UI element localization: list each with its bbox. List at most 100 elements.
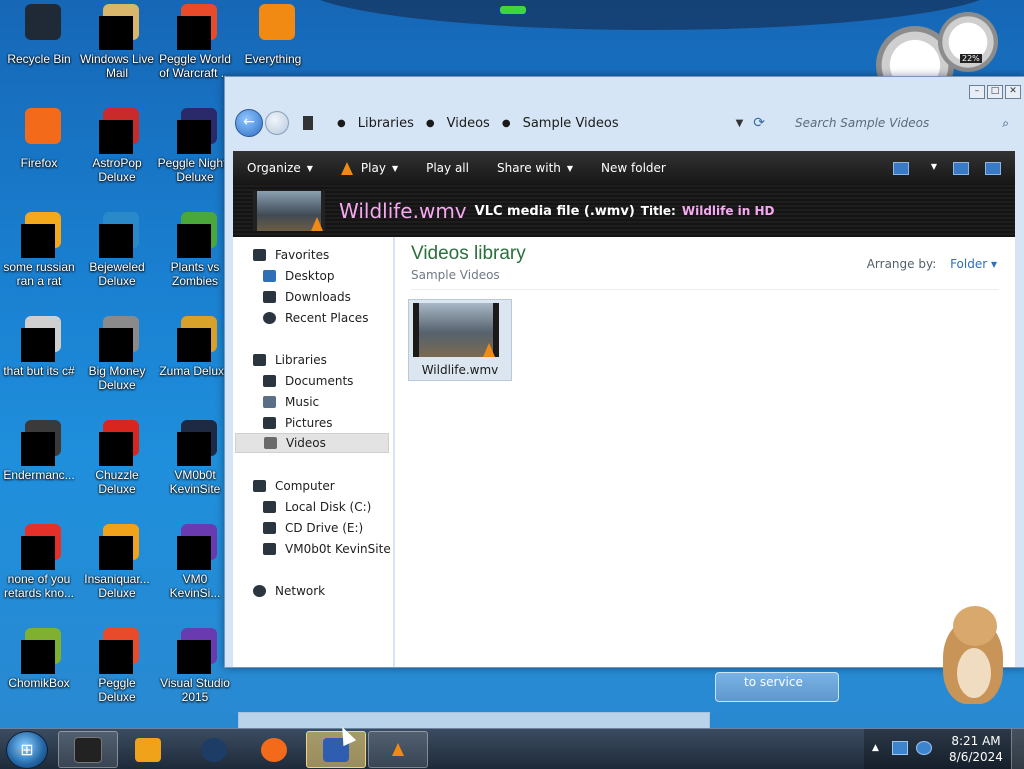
- desktop-icon-item[interactable]: Peggle Deluxe: [78, 628, 156, 704]
- breadcrumb-separator[interactable]: ●: [426, 118, 435, 129]
- desktop-icon: [263, 270, 276, 282]
- details-title-value[interactable]: Wildlife in HD: [682, 204, 775, 218]
- taskbar-firefox[interactable]: [244, 731, 304, 768]
- breadcrumb[interactable]: ● Libraries ● Videos ● Sample Videos: [303, 116, 619, 131]
- desktop-icon-item[interactable]: Insaniquar... Deluxe: [78, 524, 156, 600]
- volume-icon[interactable]: [916, 741, 932, 755]
- taskbar-explorer[interactable]: [58, 731, 118, 768]
- desktop-icon-label: ChomikBox: [8, 676, 70, 690]
- desktop-icon-item[interactable]: Recycle Bin: [0, 4, 78, 66]
- play-button[interactable]: Play ▼: [327, 161, 412, 175]
- desktop-icon-item[interactable]: Firefox: [0, 108, 78, 170]
- desktop-icon-item[interactable]: Windows Live Mail: [78, 4, 156, 80]
- nav-computer[interactable]: Computer: [253, 476, 409, 496]
- desktop-icon-item[interactable]: none of you retards kno...: [0, 524, 78, 600]
- preview-pane-icon[interactable]: [953, 161, 969, 175]
- refresh-icon[interactable]: ⟳: [753, 115, 765, 131]
- clock-time: 8:21 AM: [951, 734, 1001, 748]
- folder-icon: [303, 116, 313, 130]
- firefox-icon: [17, 108, 61, 152]
- desktop-icon-item[interactable]: Bejeweled Deluxe: [78, 212, 156, 288]
- hamster-belly: [957, 648, 991, 698]
- search-everything-icon: [251, 4, 295, 48]
- nav-label: Recent Places: [285, 311, 369, 325]
- taskbar-media-player[interactable]: [118, 731, 178, 768]
- change-view-icon[interactable]: [892, 161, 909, 175]
- desktop-icon-label: Chuzzle Deluxe: [95, 468, 139, 496]
- chevron-down-icon: ▼: [566, 163, 574, 173]
- breadcrumb-sample-videos[interactable]: Sample Videos: [523, 116, 619, 131]
- organize-button[interactable]: Organize ▼: [233, 161, 327, 175]
- desktop-icon-item[interactable]: Visual Studio 2015: [156, 628, 234, 704]
- wallpaper-swoosh: [300, 0, 1000, 30]
- file-item[interactable]: Wildlife.wmv: [408, 299, 512, 381]
- desktop-icon-label: Endermanc...: [3, 468, 75, 482]
- nav-label: Documents: [285, 374, 354, 388]
- cd-drive-icon: [263, 522, 276, 534]
- command-bar: Organize ▼ Play ▼ Play all Share with ▼ …: [233, 151, 1015, 185]
- desktop-icon-item[interactable]: Peggle World of Warcraft ...: [156, 4, 234, 80]
- share-with-button[interactable]: Share with ▼: [483, 161, 587, 175]
- hamster-gadget-icon[interactable]: [935, 600, 1007, 704]
- help-icon[interactable]: [985, 161, 1001, 175]
- desktop-icon-item[interactable]: Zuma Deluxe: [156, 316, 234, 378]
- breadcrumb-videos[interactable]: Videos: [447, 116, 490, 131]
- service-popup-text: to service: [744, 675, 803, 689]
- nav-videos[interactable]: Videos: [235, 433, 389, 453]
- nav-network[interactable]: Network: [253, 581, 409, 601]
- redaction-box: [99, 16, 133, 50]
- desktop-icon-item[interactable]: VM0b0t KevinSite: [156, 420, 234, 496]
- maximize-button[interactable]: □: [987, 85, 1003, 99]
- show-desktop-button[interactable]: [1011, 729, 1024, 769]
- vlc-cone-icon: [483, 343, 495, 357]
- tray-expand-icon[interactable]: ▲: [872, 743, 879, 753]
- desktop-icon-item[interactable]: Chuzzle Deluxe: [78, 420, 156, 496]
- plant-icon: [173, 212, 217, 258]
- minimize-button[interactable]: –: [969, 85, 985, 99]
- breadcrumb-separator[interactable]: ●: [337, 118, 346, 129]
- details-title-label: Title:: [640, 204, 676, 218]
- library-title: Videos library: [411, 243, 526, 264]
- memory-gauge-icon[interactable]: [938, 12, 998, 72]
- search-input[interactable]: Search Sample Videos ⌕: [785, 111, 1015, 135]
- divider: [411, 289, 999, 290]
- address-dropdown-icon[interactable]: ▼: [736, 118, 744, 129]
- service-popup[interactable]: to service: [715, 672, 839, 702]
- back-button[interactable]: ←: [235, 109, 263, 137]
- files-icon: [17, 316, 61, 362]
- play-label: Play: [360, 161, 386, 175]
- clock[interactable]: 8:21 AM 8/6/2024: [946, 733, 1006, 765]
- file-name: Wildlife.wmv: [421, 363, 499, 377]
- peggle-icon: [95, 628, 139, 674]
- new-folder-button[interactable]: New folder: [587, 161, 680, 175]
- desktop-icon-item[interactable]: that but its c#: [0, 316, 78, 378]
- display-icon[interactable]: [892, 741, 908, 755]
- music-icon: [263, 396, 276, 408]
- desktop-icon-item[interactable]: Plants vs Zombies: [156, 212, 234, 288]
- breadcrumb-separator[interactable]: ●: [502, 118, 511, 129]
- search-icon[interactable]: ⌕: [1002, 116, 1009, 131]
- desktop-icon-item[interactable]: Everything: [234, 4, 312, 66]
- desktop-icon-item[interactable]: Peggle Nights Deluxe: [156, 108, 234, 184]
- desktop-icon-item[interactable]: some russian ran a rat: [0, 212, 78, 288]
- desktop-icon-item[interactable]: ChomikBox: [0, 628, 78, 690]
- desktop-icon-item[interactable]: Big Money Deluxe: [78, 316, 156, 392]
- play-all-button[interactable]: Play all: [412, 161, 483, 175]
- start-button[interactable]: ⊞: [6, 731, 48, 769]
- chevron-down-icon[interactable]: ▼: [931, 162, 937, 175]
- desktop-icon-item[interactable]: AstroPop Deluxe: [78, 108, 156, 184]
- nav-libraries[interactable]: Libraries: [253, 350, 409, 370]
- forward-button[interactable]: [265, 111, 289, 135]
- nav-label: Desktop: [285, 269, 335, 283]
- desktop-icon-item[interactable]: VM0 KevinSi...: [156, 524, 234, 600]
- desktop-icon-item[interactable]: Endermanc...: [0, 420, 78, 482]
- nav-favorites[interactable]: Favorites: [253, 245, 409, 265]
- close-button[interactable]: ✕: [1005, 85, 1021, 99]
- taskbar-app-active[interactable]: [306, 731, 366, 768]
- breadcrumb-libraries[interactable]: Libraries: [358, 116, 414, 131]
- arrange-dropdown[interactable]: Folder ▾: [950, 257, 997, 271]
- chevron-down-icon: ▼: [306, 163, 313, 173]
- taskbar-vlc[interactable]: [368, 731, 428, 768]
- nav-label: Favorites: [275, 248, 330, 262]
- taskbar-globe[interactable]: [184, 731, 244, 768]
